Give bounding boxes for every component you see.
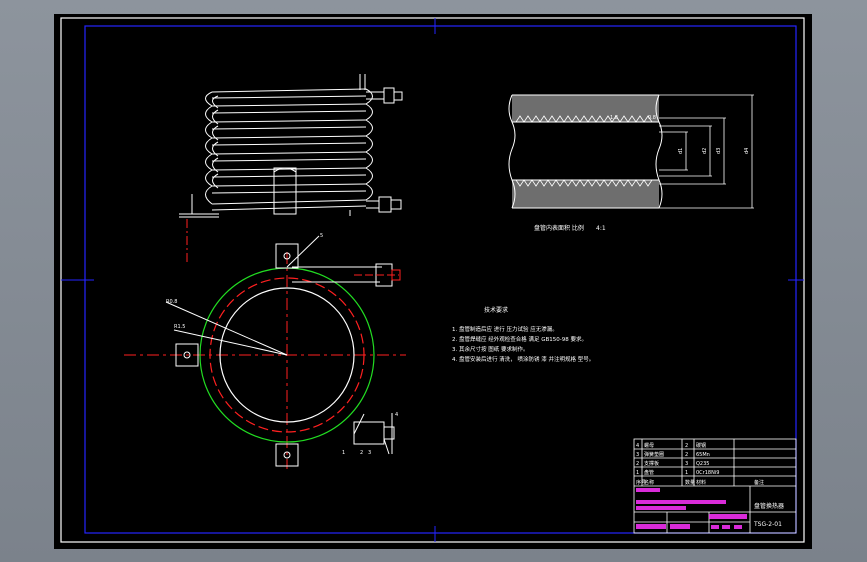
title-block-cell: 3 — [685, 461, 688, 467]
title-block-drawing-name: 盘管换热器 — [754, 502, 784, 510]
title-block-cell: 螺母 — [644, 442, 654, 449]
sheet-outer-border — [60, 17, 805, 543]
drawing-frame — [84, 25, 797, 534]
note-item-3: 3. 其余尺寸按 图纸 要求制作。 — [452, 345, 529, 353]
section-dim-d3: d3 — [716, 148, 722, 154]
coil-elevation-view — [179, 74, 403, 218]
cad-viewport[interactable]: R0.8 R1.5 5 1 2 3 4 1.8 0.8 d1 d2 d3 d4 … — [54, 14, 812, 549]
title-block-cell: 2 — [636, 461, 639, 467]
plan-callout-4: 4 — [395, 412, 398, 418]
cad-drawing: R0.8 R1.5 5 1 2 3 4 1.8 0.8 d1 d2 d3 d4 … — [60, 17, 805, 543]
title-block-cell: 0Cr18Ni9 — [696, 470, 719, 476]
title-block-cell: 2 — [685, 452, 688, 458]
centering-marks — [61, 18, 804, 542]
note-item-4: 4. 盘管安装后进行 清洗， 喷涂防锈 漆 并注明规格 型号。 — [452, 355, 594, 363]
title-block-cell: 碳钢 — [696, 442, 706, 449]
title-block-cell: 1 — [685, 470, 688, 476]
notes-title: 技术要求 — [484, 306, 508, 314]
plan-callout-3: 3 — [368, 450, 371, 456]
title-block-cell: 3 — [636, 452, 639, 458]
title-block-cell: 备注 — [754, 479, 764, 486]
plan-view — [124, 235, 406, 469]
note-item-1: 1. 盘管制造后应 进行 压力试验 应无渗漏。 — [452, 325, 558, 333]
section-dim-2: 0.8 — [648, 115, 656, 121]
title-block-cell: 1 — [636, 470, 639, 476]
title-block-drawing-no: TSG-2-01 — [753, 521, 782, 528]
title-block-cell: 盘管 — [644, 469, 654, 476]
section-dim-1: 1.8 — [610, 115, 618, 121]
title-block-cell: 65Mn — [696, 452, 710, 458]
section-caption-scale: 4:1 — [596, 225, 606, 232]
title-block-cell: 数量 — [685, 479, 695, 486]
title-block-cell: 弹簧垫圈 — [644, 451, 664, 458]
title-block-magenta-cells — [636, 488, 747, 529]
section-dim-d4: d4 — [744, 148, 750, 154]
note-item-2: 2. 盘管焊缝应 经外观检查合格 满足 GB150-98 要求。 — [452, 335, 587, 343]
title-block-cell: 支撑板 — [644, 460, 659, 467]
title-block-cell: 材料 — [696, 479, 706, 486]
plan-callout-1: 1 — [342, 450, 345, 456]
plan-dim-r1: R0.8 — [166, 299, 177, 305]
plan-callout-2: 2 — [360, 450, 363, 456]
section-dim-d2: d2 — [702, 148, 708, 154]
section-dim-d1: d1 — [678, 148, 684, 154]
section-caption: 盘管内表面积 比例 — [534, 224, 584, 232]
plan-dim-r2: R1.5 — [174, 324, 185, 330]
title-block-cell: 4 — [636, 443, 639, 449]
title-block-cell: 名称 — [644, 479, 654, 486]
title-block-cell: 2 — [685, 443, 688, 449]
title-block-cell: Q235 — [696, 461, 709, 467]
plan-callout-top: 5 — [320, 233, 323, 239]
